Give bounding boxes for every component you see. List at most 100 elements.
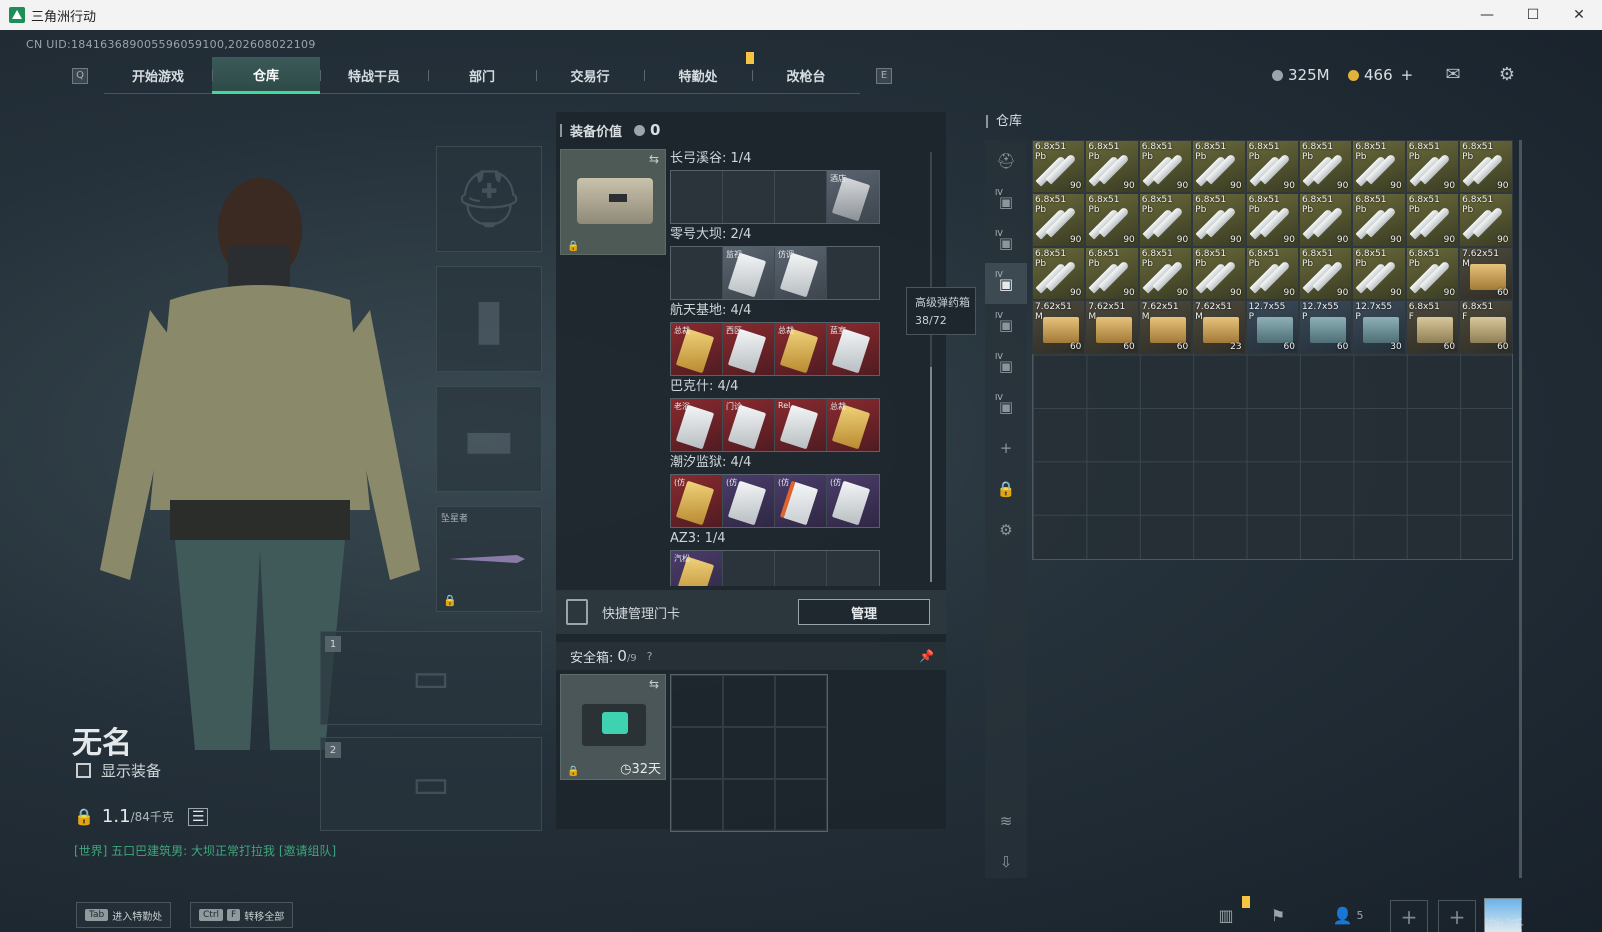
keycard-slot[interactable]: 总裁 (775, 323, 827, 375)
keycard-slot[interactable]: 门诊 (723, 399, 775, 451)
inventory-item[interactable]: 6.8x51 Pb 90 (1298, 193, 1353, 247)
keycard-slot[interactable]: (仿 (671, 475, 723, 527)
tab-3[interactable]: 部门 (428, 57, 536, 94)
warehouse-side-tab-5[interactable]: IV ▣ (985, 345, 1027, 386)
warehouse-side-tab-0[interactable]: ⛑ (985, 140, 1027, 181)
inventory-item[interactable]: 6.8x51 Pb 90 (1192, 140, 1246, 194)
inventory-item[interactable]: 7.62x51 M 60 (1459, 246, 1513, 301)
tab-5[interactable]: 特勤处 (644, 57, 752, 94)
transfer-all-hotkey[interactable]: Ctrl F 转移全部 (190, 902, 294, 928)
warehouse-side-tab-3[interactable]: IV ▣ (985, 263, 1027, 304)
tab-2[interactable]: 特战干员 (320, 57, 428, 94)
keycard-slot[interactable] (671, 247, 723, 299)
swap-icon[interactable]: ⇆ (649, 677, 659, 691)
keycard-slot[interactable]: (仿 (775, 475, 827, 527)
keycard-slot[interactable]: 汽松 (671, 551, 723, 586)
keycard-slot[interactable] (827, 247, 879, 299)
keycard-slot[interactable]: Rel (775, 399, 827, 451)
help-icon[interactable]: ? (647, 650, 653, 663)
keycard-slot[interactable]: 老浴 (671, 399, 723, 451)
add-token-button[interactable]: + (1401, 66, 1414, 84)
keycard-slot[interactable]: 仿调 (775, 247, 827, 299)
inventory-item[interactable]: 6.8x51 Pb 90 (1352, 246, 1406, 301)
inventory-item[interactable]: 6.8x51 Pb 90 (1405, 193, 1460, 247)
list-icon[interactable]: ☰ (187, 807, 209, 826)
inventory-item[interactable]: 6.8x51 Pb 90 (1352, 193, 1406, 247)
flag-icon[interactable]: ⚑ (1266, 902, 1290, 928)
swap-icon[interactable]: ⇆ (649, 152, 659, 166)
inventory-item[interactable]: 6.8x51 Pb 90 (1405, 140, 1460, 194)
keycard-case-slot[interactable]: ⇆ 🔒 (560, 149, 666, 255)
inventory-item[interactable]: 6.8x51 Pb 90 (1245, 140, 1299, 194)
warehouse-side-tab-1[interactable]: IV ▣ (985, 181, 1027, 222)
keycard-slot[interactable] (723, 551, 775, 586)
safebox-slot[interactable]: ⇆ 🔒 ◷32天 (560, 674, 666, 780)
melee-slot[interactable]: 坠星者 🔒 (436, 506, 542, 612)
warehouse-side-tab-8[interactable]: 🔒 (985, 468, 1027, 509)
friends-button[interactable]: 👤 5 (1326, 902, 1370, 928)
settings-gear-icon[interactable]: ⚙ (1496, 64, 1518, 85)
inventory-item[interactable]: 6.8x51 Pb 90 (1245, 246, 1299, 301)
primary-weapon-slot-2[interactable]: 2 ▭ (320, 737, 542, 831)
enter-special-ops-hotkey[interactable]: Tab 进入特勤处 (76, 902, 172, 928)
keycard-slot[interactable]: (仿 (723, 475, 775, 527)
keycard-slot[interactable] (671, 171, 723, 223)
inventory-item[interactable]: 6.8x51 F 60 (1405, 300, 1460, 354)
minimize-button[interactable]: — (1464, 0, 1510, 30)
inventory-item[interactable]: 6.8x51 Pb 90 (1138, 193, 1193, 247)
add-party-slot-2[interactable]: + (1438, 900, 1476, 932)
inventory-item[interactable]: 6.8x51 Pb 90 (1459, 140, 1513, 194)
warehouse-side-tab-7[interactable]: + (985, 427, 1027, 468)
layers-icon[interactable]: ≋ (985, 800, 1027, 841)
keycard-slot[interactable]: 总裁 (671, 323, 723, 375)
inventory-item[interactable]: 6.8x51 Pb 90 (1138, 140, 1193, 194)
inventory-item[interactable]: 6.8x51 Pb 90 (1085, 193, 1139, 247)
inventory-item[interactable]: 7.62x51 M 23 (1192, 300, 1246, 354)
tab-0[interactable]: 开始游戏 (104, 57, 212, 94)
tab-6[interactable]: 改枪台 (752, 57, 860, 94)
warehouse-side-tab-2[interactable]: IV ▣ (985, 222, 1027, 263)
tab-4[interactable]: 交易行 (536, 57, 644, 94)
inventory-item[interactable]: 12.7x55 P 60 (1245, 300, 1299, 354)
pistol-slot[interactable]: ▬ (436, 386, 542, 492)
stats-icon[interactable]: ▥ (1214, 902, 1238, 928)
maximize-button[interactable]: ☐ (1510, 0, 1556, 30)
world-chat-line[interactable]: [世界] 五口巴建筑男: 大坝正常打拉我 [邀请组队] (74, 842, 336, 859)
inventory-item[interactable]: 6.8x51 Pb 90 (1085, 246, 1139, 301)
inventory-item[interactable]: 6.8x51 Pb 90 (1459, 193, 1513, 247)
inventory-item[interactable]: 6.8x51 Pb 90 (1192, 246, 1246, 301)
keycard-slot[interactable] (723, 171, 775, 223)
inventory-item[interactable]: 7.62x51 M 60 (1032, 300, 1086, 354)
inventory-item[interactable]: 6.8x51 Pb 90 (1192, 193, 1246, 247)
keycard-slot[interactable]: 监视 (723, 247, 775, 299)
warehouse-side-tab-6[interactable]: IV ▣ (985, 386, 1027, 427)
nav-next-key[interactable]: E (876, 67, 892, 84)
inventory-item[interactable]: 6.8x51 Pb 90 (1032, 140, 1086, 194)
keycard-slot[interactable]: 酒店 (827, 171, 879, 223)
helmet-slot[interactable]: ⛑ (436, 146, 542, 252)
warehouse-side-tab-4[interactable]: IV ▣ (985, 304, 1027, 345)
mail-icon[interactable]: ✉ (1442, 64, 1464, 85)
inventory-item[interactable]: 12.7x55 P 60 (1298, 300, 1353, 354)
sort-icon[interactable]: ⇩ (985, 841, 1027, 882)
inventory-item[interactable]: 6.8x51 Pb 90 (1298, 246, 1353, 301)
inventory-item[interactable]: 6.8x51 Pb 90 (1138, 246, 1193, 301)
keycard-slot[interactable]: 蓝室 (827, 323, 879, 375)
keycard-slot[interactable] (827, 551, 879, 586)
close-button[interactable]: ✕ (1556, 0, 1602, 30)
armor-slot[interactable]: ▮ (436, 266, 542, 372)
inventory-item[interactable]: 7.62x51 M 60 (1138, 300, 1193, 354)
inventory-item[interactable]: 6.8x51 Pb 90 (1245, 193, 1299, 247)
inventory-item[interactable]: 6.8x51 Pb 90 (1032, 193, 1086, 247)
primary-weapon-slot-1[interactable]: 1 ▭ (320, 631, 542, 725)
nav-prev-key[interactable]: Q (72, 67, 88, 84)
keycard-slot[interactable]: (仿 (827, 475, 879, 527)
pin-icon[interactable]: 📌 (919, 649, 934, 663)
inventory-item[interactable]: 6.8x51 Pb 90 (1352, 140, 1406, 194)
add-party-slot-1[interactable]: + (1390, 900, 1428, 932)
warehouse-side-tab-9[interactable]: ⚙ (985, 509, 1027, 550)
keycard-slot[interactable]: 西区 (723, 323, 775, 375)
inventory-item[interactable]: 6.8x51 Pb 90 (1298, 140, 1353, 194)
inventory-item[interactable]: 7.62x51 M 60 (1085, 300, 1139, 354)
manage-button[interactable]: 管理 (798, 599, 930, 625)
